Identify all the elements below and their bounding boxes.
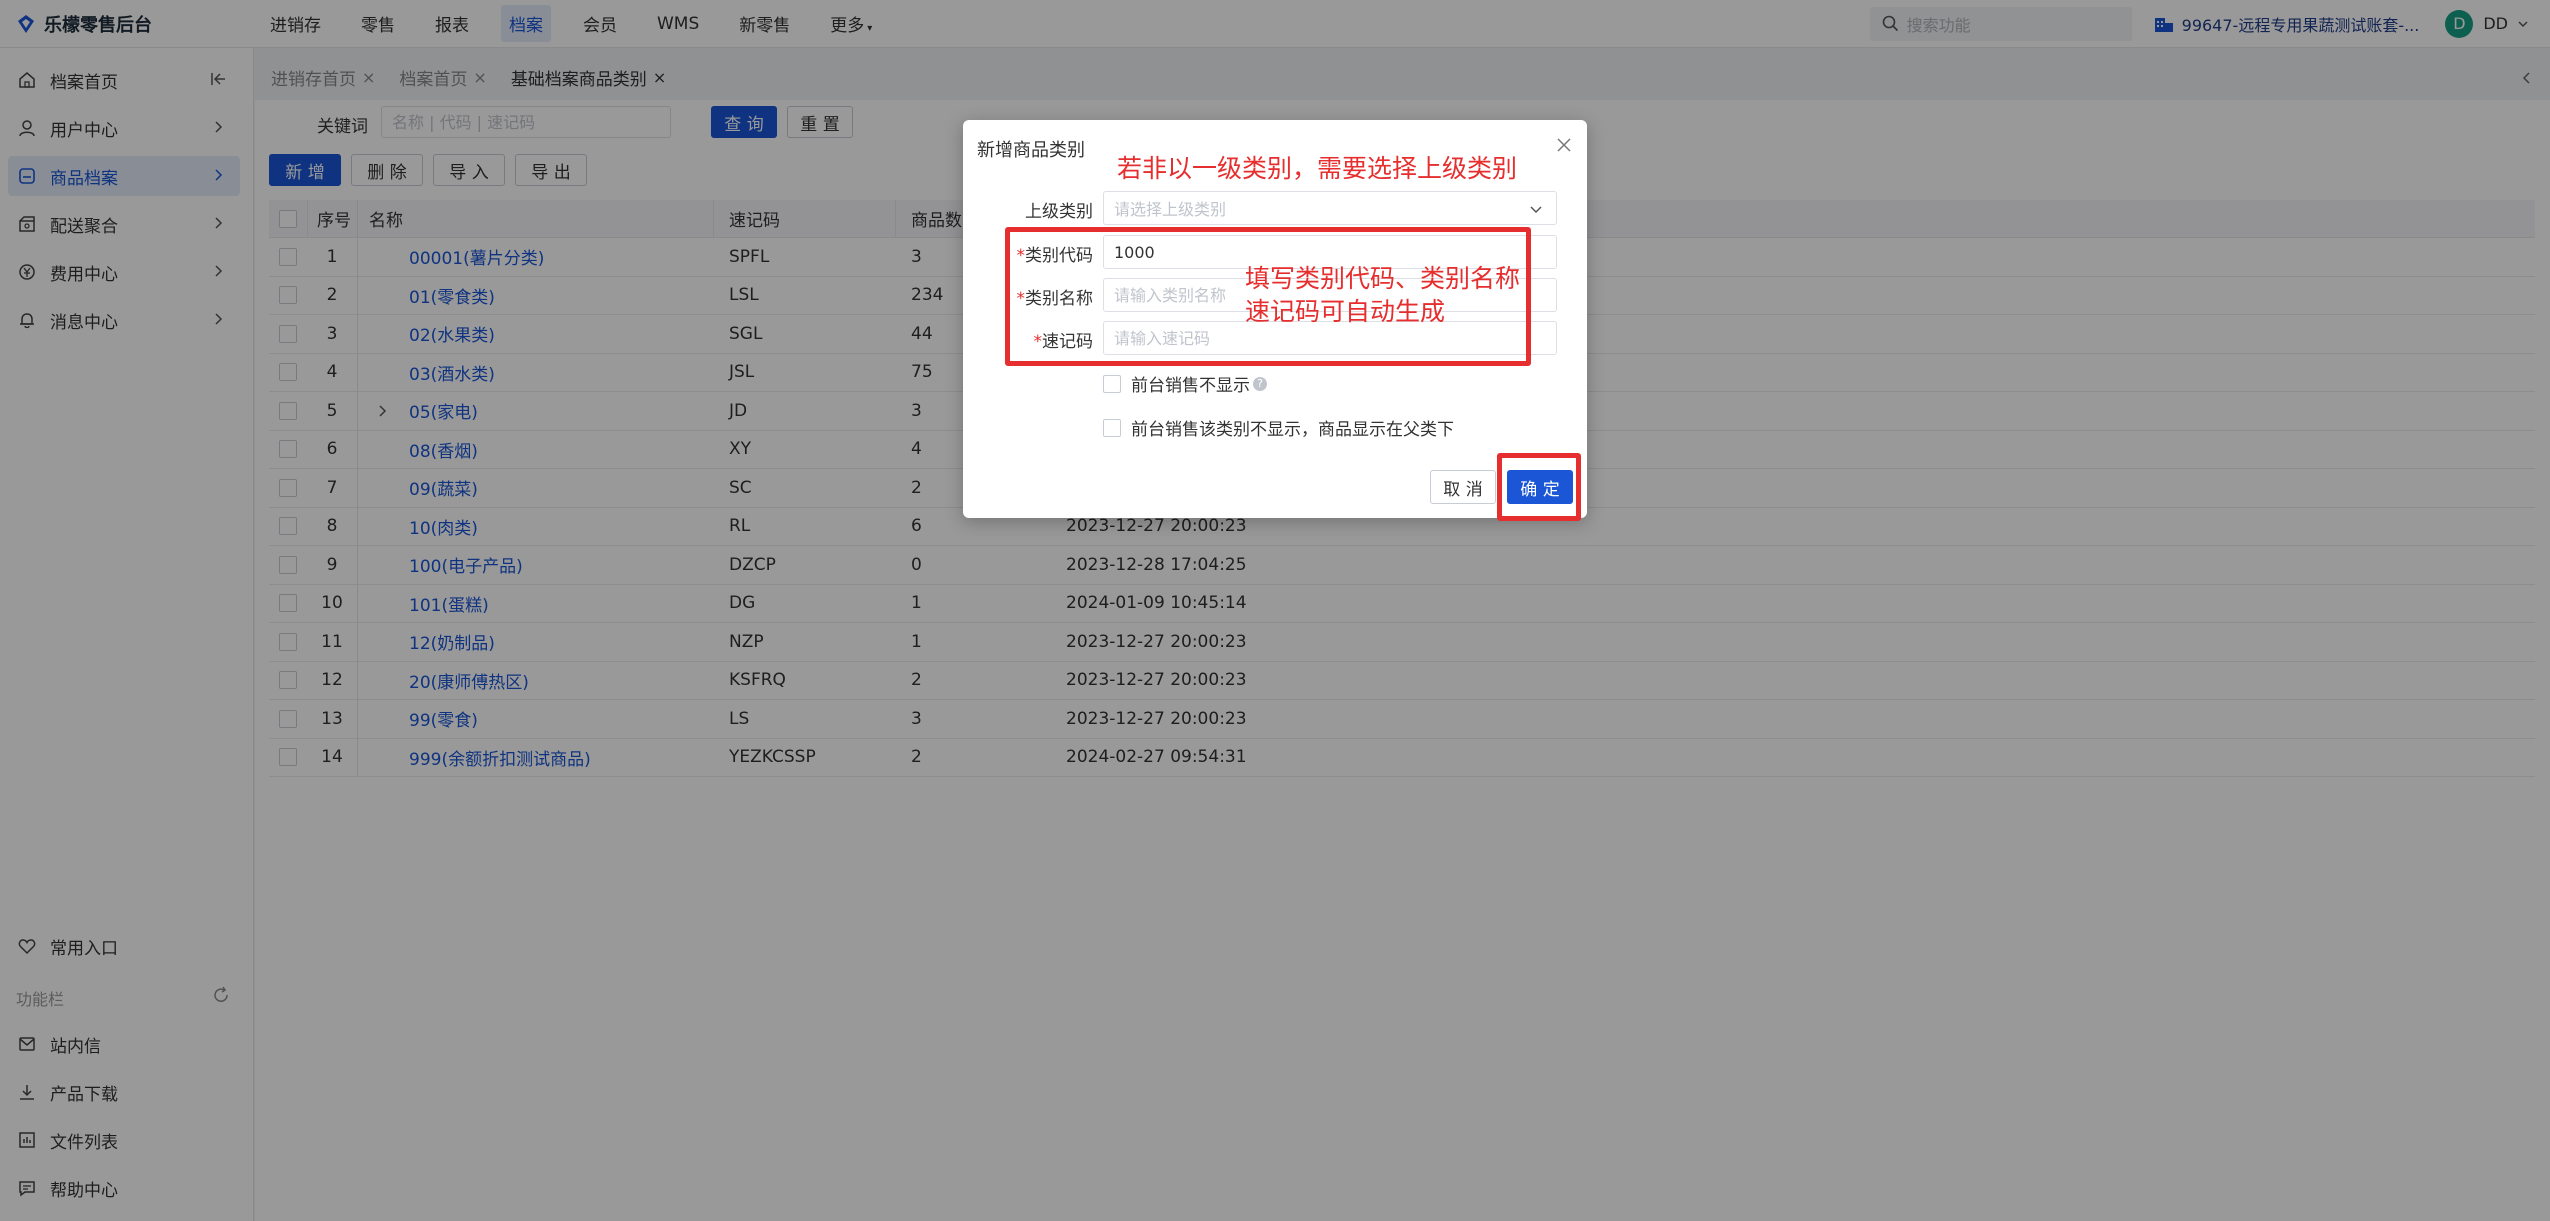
annotation-parent-hint: 若非以一级类别，需要选择上级类别	[1117, 154, 1518, 183]
add-category-dialog: 新增商品类别 上级类别 请选择上级类别 *类别代码 *类别名称 *速记码 前台销…	[963, 120, 1587, 521]
show-in-parent-checkbox[interactable]: 前台销售该类别不显示，商品显示在父类下	[1103, 415, 1454, 440]
parent-category-select[interactable]: 请选择上级类别	[1103, 191, 1557, 225]
chevron-down-icon	[1530, 206, 1542, 214]
close-icon[interactable]	[1555, 136, 1573, 159]
parent-category-label: 上级类别	[1025, 202, 1093, 222]
annotation-fill-hint-line1: 填写类别代码、类别名称	[1245, 264, 1521, 293]
annotation-fill-hint-line2: 速记码可自动生成	[1245, 297, 1446, 326]
cancel-button[interactable]: 取 消	[1430, 470, 1496, 504]
question-icon[interactable]: ?	[1253, 376, 1267, 391]
checkbox-box[interactable]	[1103, 418, 1121, 437]
checkbox-box[interactable]	[1103, 374, 1121, 393]
hide-in-pos-checkbox[interactable]: 前台销售不显示 ?	[1103, 371, 1267, 396]
dialog-title: 新增商品类别	[977, 140, 1085, 161]
hide-in-pos-label: 前台销售不显示	[1131, 376, 1250, 396]
parent-category-placeholder: 请选择上级类别	[1114, 200, 1227, 219]
show-in-parent-label: 前台销售该类别不显示，商品显示在父类下	[1131, 420, 1454, 440]
annotation-confirm-box	[1497, 453, 1581, 521]
